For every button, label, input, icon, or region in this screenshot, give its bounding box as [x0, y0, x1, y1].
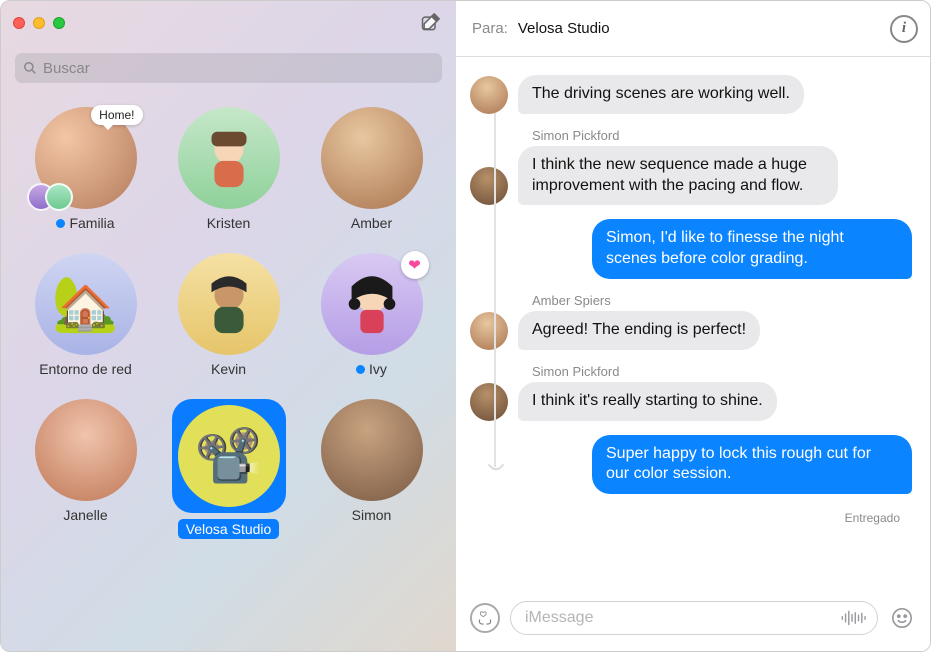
sender-name: Simon Pickford — [532, 364, 777, 379]
chat-label: Janelle — [63, 507, 107, 523]
chat-label: Entorno de red — [39, 361, 132, 377]
message-bubble[interactable]: I think it's really starting to shine. — [518, 382, 777, 421]
avatar: 🏡 — [35, 253, 137, 355]
conversation-grid: Home! Familia Kristen — [1, 97, 456, 651]
chat-cell-entorno[interactable]: 🏡 Entorno de red — [17, 253, 154, 377]
recipient-name[interactable]: Velosa Studio — [518, 20, 610, 37]
chat-label: Simon — [352, 507, 392, 523]
chat-label: Ivy — [356, 361, 387, 377]
emoji-icon — [891, 607, 913, 629]
unread-indicator — [56, 219, 65, 228]
chat-cell-simon[interactable]: Simon — [303, 399, 440, 539]
message-input[interactable] — [525, 609, 833, 627]
sender-name: Simon Pickford — [532, 128, 838, 143]
tapback-heart-icon: ❤︎ — [401, 251, 429, 279]
chat-cell-amber[interactable]: Amber — [303, 107, 440, 231]
chat-cell-kristen[interactable]: Kristen — [160, 107, 297, 231]
message-bubble[interactable]: Super happy to lock this rough cut for o… — [592, 435, 912, 495]
compose-icon — [420, 13, 440, 33]
delivered-status: Entregado — [468, 508, 918, 525]
chat-label: Kristen — [207, 215, 251, 231]
avatar — [178, 107, 280, 209]
details-button[interactable]: i — [890, 15, 918, 43]
apps-icon — [477, 610, 493, 626]
fullscreen-window-button[interactable] — [53, 17, 65, 29]
chat-label: Familia — [56, 215, 114, 231]
composer — [456, 597, 930, 651]
compose-button[interactable] — [418, 11, 442, 35]
search-wrap — [1, 45, 456, 97]
message-bubble[interactable]: I think the new sequence made a huge imp… — [518, 146, 838, 206]
window-controls — [13, 17, 65, 29]
message-row: Simon Pickford I think it's really start… — [468, 364, 918, 421]
chat-cell-kevin[interactable]: Kevin — [160, 253, 297, 377]
message-bubble[interactable]: Agreed! The ending is perfect! — [518, 311, 760, 350]
to-label: Para: — [472, 20, 508, 37]
message-bubble[interactable]: Simon, I'd like to finesse the night sce… — [592, 219, 912, 279]
avatar — [321, 107, 423, 209]
message-bubble[interactable]: The driving scenes are working well. — [518, 75, 804, 114]
close-window-button[interactable] — [13, 17, 25, 29]
conversation-header: Para: Velosa Studio i — [456, 1, 930, 57]
thread-timeline — [494, 113, 496, 467]
sender-name: Amber Spiers — [532, 293, 760, 308]
emoji-button[interactable] — [888, 604, 916, 632]
avatar — [321, 399, 423, 501]
messages-window: Home! Familia Kristen — [0, 0, 931, 652]
conversation-pane: Para: Velosa Studio i The driving scenes… — [456, 1, 930, 651]
search-icon — [23, 61, 37, 75]
info-icon: i — [902, 20, 906, 37]
projector-icon: 📽️ — [195, 425, 262, 488]
chat-label: Amber — [351, 215, 392, 231]
chat-cell-velosa-studio[interactable]: 📽️ Velosa Studio — [160, 399, 297, 539]
search-input[interactable] — [43, 60, 434, 77]
message-row: The driving scenes are working well. — [468, 75, 918, 114]
sender-avatar[interactable] — [470, 167, 508, 205]
avatar: 📽️ — [178, 405, 280, 507]
sender-avatar[interactable] — [470, 383, 508, 421]
pinned-speech-bubble: Home! — [91, 105, 142, 125]
message-row: Simon, I'd like to finesse the night sce… — [468, 219, 918, 279]
sender-avatar[interactable] — [470, 312, 508, 350]
sidebar: Home! Familia Kristen — [1, 1, 456, 651]
house-icon: 🏡 — [52, 273, 119, 336]
chat-cell-familia[interactable]: Home! Familia — [17, 107, 154, 231]
chat-label: Kevin — [211, 361, 246, 377]
search-field[interactable] — [15, 53, 442, 83]
message-row: Amber Spiers Agreed! The ending is perfe… — [468, 293, 918, 350]
message-row: Simon Pickford I think the new sequence … — [468, 128, 918, 206]
voice-memo-icon[interactable] — [841, 609, 867, 627]
unread-indicator — [356, 365, 365, 374]
minimize-window-button[interactable] — [33, 17, 45, 29]
chat-label: Velosa Studio — [178, 519, 280, 539]
message-thread[interactable]: The driving scenes are working well. Sim… — [456, 57, 930, 597]
group-member-avatars — [27, 183, 63, 211]
message-row: Super happy to lock this rough cut for o… — [468, 435, 918, 495]
avatar — [178, 253, 280, 355]
avatar — [35, 399, 137, 501]
apps-button[interactable] — [470, 603, 500, 633]
message-field[interactable] — [510, 601, 878, 635]
titlebar — [1, 1, 456, 45]
chat-cell-janelle[interactable]: Janelle — [17, 399, 154, 539]
chat-cell-ivy[interactable]: ❤︎ Ivy — [303, 253, 440, 377]
sender-avatar[interactable] — [470, 76, 508, 114]
